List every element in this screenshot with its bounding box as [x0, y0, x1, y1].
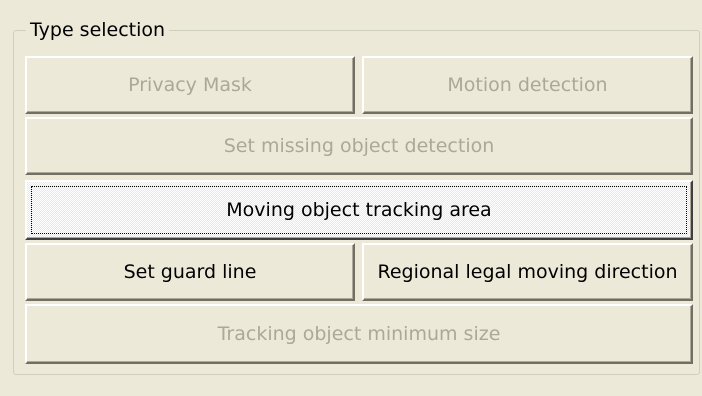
- regional-legal-moving-direction-label: Regional legal moving direction: [377, 261, 678, 283]
- moving-object-tracking-area-button[interactable]: Moving object tracking area: [25, 180, 693, 240]
- privacy-mask-button[interactable]: Privacy Mask: [25, 56, 355, 114]
- missing-object-detection-label: Set missing object detection: [223, 135, 495, 157]
- set-guard-line-label: Set guard line: [123, 261, 257, 283]
- bottom-strip: [0, 378, 702, 396]
- regional-legal-moving-direction-button[interactable]: Regional legal moving direction: [362, 243, 693, 301]
- privacy-mask-label: Privacy Mask: [128, 74, 252, 96]
- motion-detection-button[interactable]: Motion detection: [362, 56, 693, 114]
- missing-object-detection-button[interactable]: Set missing object detection: [25, 117, 693, 175]
- set-guard-line-button[interactable]: Set guard line: [25, 243, 355, 301]
- group-title: Type selection: [26, 18, 170, 42]
- tracking-object-minimum-size-label: Tracking object minimum size: [217, 323, 501, 345]
- tracking-object-minimum-size-button[interactable]: Tracking object minimum size: [25, 304, 693, 364]
- moving-object-tracking-area-label: Moving object tracking area: [226, 199, 492, 221]
- motion-detection-label: Motion detection: [447, 74, 608, 96]
